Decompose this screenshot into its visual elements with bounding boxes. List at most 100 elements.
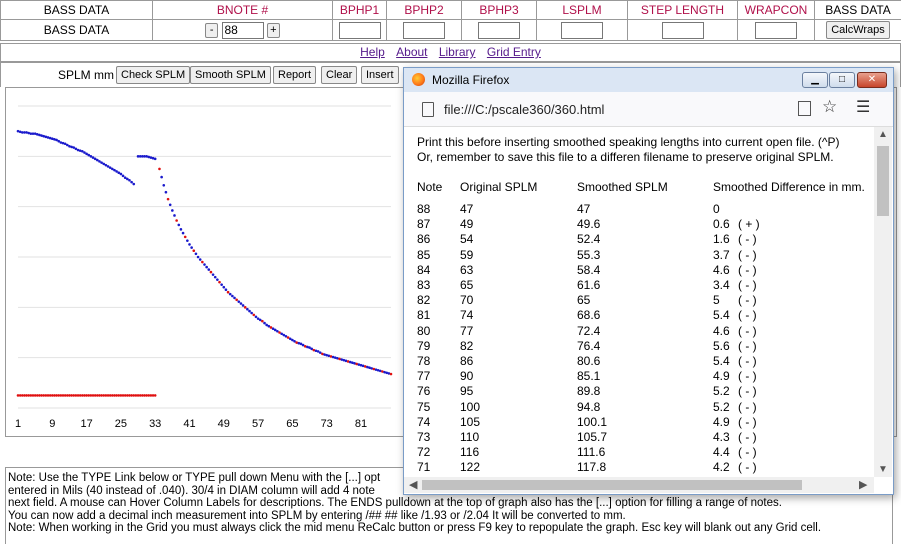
sign-cell: ( - ) <box>738 308 757 323</box>
smoothed-cell: 52.4 <box>577 232 601 247</box>
bphp1-input[interactable] <box>338 21 381 39</box>
smoothed-cell: 65 <box>577 293 591 308</box>
bnote-increment-button[interactable]: + <box>266 22 280 38</box>
data-point <box>177 223 181 227</box>
difference-cell: 5 <box>713 293 720 308</box>
check-splm-button[interactable]: Check SPLM <box>116 66 191 84</box>
header-note: Note <box>417 180 443 194</box>
maximize-button[interactable]: □ <box>829 72 855 88</box>
sign-cell: ( - ) <box>738 399 757 414</box>
vertical-scrollbar[interactable]: ▲ ▼ <box>874 127 892 477</box>
data-point <box>188 243 191 246</box>
intro-line: Print this before inserting smoothed spe… <box>417 135 840 149</box>
close-window-button[interactable]: ✕ <box>857 72 887 88</box>
smoothed-cell: 80.6 <box>577 354 601 368</box>
col-header-step-length[interactable]: STEP LENGTH <box>627 0 738 20</box>
note-cell: 78 <box>417 354 431 368</box>
wrapcon-input[interactable] <box>755 21 797 39</box>
difference-cell: 4.6 <box>713 262 730 277</box>
report-button[interactable]: Report <box>273 66 317 84</box>
clear-button[interactable]: Clear <box>321 66 358 84</box>
horizontal-scrollbar[interactable]: ◀ ▶ <box>404 477 874 493</box>
original-cell: 77 <box>460 323 474 338</box>
col-header-lsplm[interactable]: LSPLM <box>536 0 628 20</box>
difference-cell: 1.6 <box>713 232 730 247</box>
data-point <box>196 255 200 259</box>
x-tick-label: 65 <box>286 418 298 430</box>
bass-data-grid: BASS DATA BNOTE # BPHP1 BPHP2 BPHP3 LSPL… <box>0 0 901 41</box>
minimize-button[interactable]: ▁ <box>802 72 828 88</box>
col-header-wrapcon[interactable]: WRAPCON <box>737 0 815 20</box>
original-cell: 63 <box>460 262 474 277</box>
reader-view-icon[interactable] <box>798 101 811 116</box>
original-cell: 100 <box>460 399 481 414</box>
note-cell: 83 <box>417 278 431 292</box>
page-icon <box>422 102 434 117</box>
url-field[interactable]: file:///C:/pscale360/360.html <box>444 102 604 117</box>
library-link[interactable]: Library <box>439 45 476 59</box>
x-tick-label: 81 <box>355 418 367 430</box>
data-point <box>226 290 230 294</box>
firefox-icon <box>412 73 425 86</box>
data-point <box>220 283 223 286</box>
note-cell: 79 <box>417 338 431 353</box>
bphp3-input[interactable] <box>478 21 520 39</box>
data-point <box>252 313 256 317</box>
calcwraps-button[interactable]: CalcWraps <box>826 21 890 39</box>
bnote-decrement-button[interactable]: - <box>205 22 219 38</box>
original-cell: 110 <box>460 430 480 444</box>
data-point <box>248 309 251 313</box>
col-header-bphp1[interactable]: BPHP1 <box>332 0 387 20</box>
original-cell: 86 <box>460 354 474 368</box>
note-cell: 88 <box>417 202 431 216</box>
data-point <box>228 292 232 296</box>
lsplm-input[interactable] <box>561 21 603 39</box>
original-cell: 116 <box>460 445 480 460</box>
hamburger-menu-icon[interactable]: ☰ <box>856 97 870 117</box>
difference-cell: 4.9 <box>713 414 730 429</box>
difference-cell: 5.2 <box>713 399 730 414</box>
bookmark-star-icon[interactable]: ☆ <box>822 97 837 117</box>
data-point <box>209 270 213 274</box>
scroll-left-icon[interactable]: ◀ <box>409 478 417 491</box>
original-cell: 105 <box>460 414 481 429</box>
note-cell: 81 <box>417 308 431 323</box>
note-cell: 71 <box>417 460 431 475</box>
bnote-input[interactable] <box>221 21 264 39</box>
col-header-bphp2[interactable]: BPHP2 <box>386 0 462 20</box>
data-point <box>241 304 245 307</box>
original-cell: 74 <box>460 308 474 323</box>
smoothed-cell: 94.8 <box>577 399 601 414</box>
horizontal-scroll-thumb[interactable] <box>422 480 802 490</box>
smooth-splm-button[interactable]: Smooth SPLM <box>190 66 271 84</box>
col-header-bass-data-right[interactable]: BASS DATA <box>814 0 901 20</box>
help-link[interactable]: Help <box>360 45 385 59</box>
col-header-bphp3[interactable]: BPHP3 <box>461 0 537 20</box>
bphp2-cell <box>386 19 462 41</box>
scroll-right-icon[interactable]: ▶ <box>859 478 867 491</box>
note-cell: 75 <box>417 399 431 414</box>
col-header-bnote[interactable]: BNOTE # <box>152 0 333 20</box>
about-link[interactable]: About <box>396 45 427 59</box>
note-cell: 77 <box>417 369 431 384</box>
original-cell: 49 <box>460 217 474 232</box>
insert-button[interactable]: Insert <box>361 66 399 84</box>
scroll-down-icon[interactable]: ▼ <box>878 464 888 475</box>
step-length-input[interactable] <box>661 21 704 39</box>
data-point <box>239 302 243 305</box>
data-point <box>216 278 219 281</box>
data-point <box>224 288 228 292</box>
x-tick-label: 25 <box>115 418 127 430</box>
original-cell: 122 <box>460 460 481 475</box>
bphp2-input[interactable] <box>403 21 445 39</box>
scroll-up-icon[interactable]: ▲ <box>878 129 888 140</box>
firefox-titlebar[interactable]: Mozilla Firefox ▁ □ ✕ <box>404 68 893 92</box>
difference-cell: 4.4 <box>713 445 730 460</box>
col-header-bass-data[interactable]: BASS DATA <box>0 0 153 20</box>
data-point <box>130 180 133 184</box>
vertical-scroll-thumb[interactable] <box>877 146 889 216</box>
data-point <box>198 258 202 261</box>
grid-entry-link[interactable]: Grid Entry <box>487 45 541 59</box>
step-length-cell <box>627 19 738 41</box>
x-tick-label: 57 <box>252 418 264 430</box>
